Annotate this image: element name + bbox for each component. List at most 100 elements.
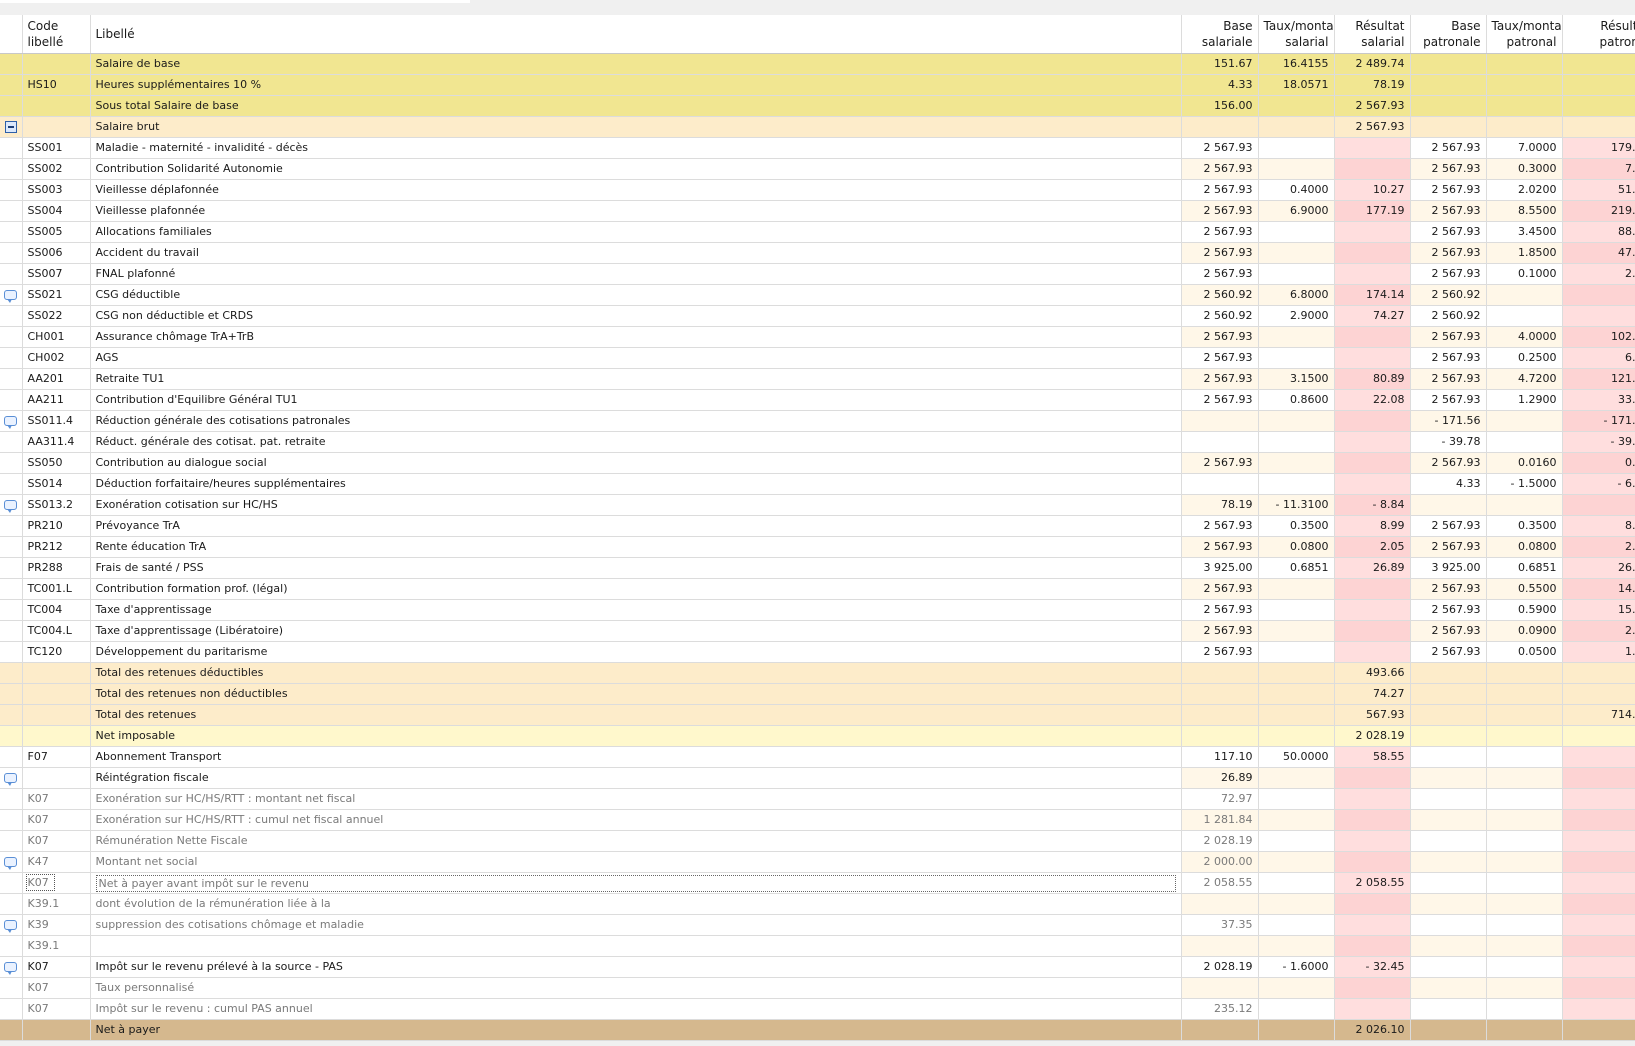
taux-patronal-cell[interactable]	[1486, 914, 1563, 936]
resultat-patronal-cell[interactable]	[1562, 767, 1635, 789]
resultat-salarial-cell[interactable]	[1334, 893, 1411, 915]
comment-icon[interactable]	[4, 415, 18, 429]
base-salariale-cell[interactable]: 235.12	[1181, 998, 1259, 1020]
base-salariale-cell[interactable]: 2 567.93	[1181, 242, 1259, 264]
code-cell[interactable]	[22, 704, 91, 726]
code-cell[interactable]	[22, 725, 91, 747]
taux-patronal-cell[interactable]	[1486, 1019, 1563, 1041]
taux-salarial-cell[interactable]	[1258, 830, 1335, 852]
libelle-cell[interactable]: Déduction forfaitaire/heures supplémenta…	[90, 473, 1182, 495]
taux-patronal-cell[interactable]	[1486, 95, 1563, 117]
taux-salarial-cell[interactable]: - 1.6000	[1258, 956, 1335, 978]
base-salariale-cell[interactable]	[1181, 977, 1259, 999]
table-row[interactable]: SS006 Accident du travail 2 567.93 2 567.93…	[0, 242, 1635, 264]
taux-patronal-cell[interactable]: 0.0900	[1486, 620, 1563, 642]
table-row[interactable]: PR288 Frais de santé / PSS 3 925.00 0.6851 2…	[0, 557, 1635, 579]
resultat-patronal-cell[interactable]	[1562, 830, 1635, 852]
resultat-salarial-cell[interactable]	[1334, 830, 1411, 852]
resultat-salarial-cell[interactable]: 177.19	[1334, 200, 1411, 222]
base-patronale-cell[interactable]: 2 567.93	[1410, 578, 1487, 600]
resultat-salarial-cell[interactable]: 26.89	[1334, 557, 1411, 579]
resultat-salarial-cell[interactable]: - 32.45	[1334, 956, 1411, 978]
resultat-patronal-cell[interactable]: - 171.56	[1562, 410, 1635, 432]
taux-salarial-cell[interactable]	[1258, 851, 1335, 873]
base-patronale-cell[interactable]	[1410, 116, 1487, 138]
base-salariale-cell[interactable]: 2 567.93	[1181, 389, 1259, 411]
libelle-cell[interactable]: FNAL plafonné	[90, 263, 1182, 285]
libelle-cell[interactable]: Impôt sur le revenu : cumul PAS annuel	[90, 998, 1182, 1020]
taux-salarial-cell[interactable]	[1258, 452, 1335, 474]
base-patronale-cell[interactable]	[1410, 830, 1487, 852]
resultat-patronal-cell[interactable]	[1562, 305, 1635, 327]
table-row[interactable]: K07 Exonération sur HC/HS/RTT : cumul net…	[0, 809, 1635, 831]
resultat-patronal-cell[interactable]	[1562, 998, 1635, 1020]
code-cell[interactable]: K07	[22, 956, 91, 978]
header-code[interactable]: Code libellé	[22, 15, 91, 54]
libelle-cell[interactable]: Maladie - maternité - invalidité - décès	[90, 137, 1182, 159]
base-patronale-cell[interactable]	[1410, 809, 1487, 831]
taux-salarial-cell[interactable]	[1258, 977, 1335, 999]
libelle-cell[interactable]: Net imposable	[90, 725, 1182, 747]
base-patronale-cell[interactable]: 3 925.00	[1410, 557, 1487, 579]
table-row[interactable]: K39.1 dont évolution de la rémunération l…	[0, 893, 1635, 915]
taux-salarial-cell[interactable]	[1258, 95, 1335, 117]
table-row[interactable]: K39 suppression des cotisations chômage e…	[0, 914, 1635, 936]
base-salariale-cell[interactable]: 2 567.93	[1181, 620, 1259, 642]
code-cell[interactable]	[22, 53, 91, 75]
table-row[interactable]: AA211 Contribution d'Equilibre Général TU…	[0, 389, 1635, 411]
taux-patronal-cell[interactable]: 4.0000	[1486, 326, 1563, 348]
code-cell[interactable]: SS021	[22, 284, 91, 306]
taux-salarial-cell[interactable]: 16.4155	[1258, 53, 1335, 75]
table-row[interactable]: SS021 CSG déductible 2 560.92 6.8000 174.14 2…	[0, 284, 1635, 306]
table-row[interactable]: K07 Exonération sur HC/HS/RTT : montant n…	[0, 788, 1635, 810]
code-cell[interactable]: K07	[22, 830, 91, 852]
libelle-cell[interactable]: Rémunération Nette Fiscale	[90, 830, 1182, 852]
taux-salarial-cell[interactable]	[1258, 725, 1335, 747]
table-row[interactable]: SS013.2 Exonération cotisation sur HC/HS 7…	[0, 494, 1635, 516]
base-patronale-cell[interactable]: 2 567.93	[1410, 536, 1487, 558]
base-patronale-cell[interactable]	[1410, 53, 1487, 75]
libelle-cell[interactable]: Frais de santé / PSS	[90, 557, 1182, 579]
code-cell[interactable]	[22, 662, 91, 684]
code-cell[interactable]: K39.1	[22, 893, 91, 915]
resultat-patronal-cell[interactable]: 26.89	[1562, 557, 1635, 579]
resultat-patronal-cell[interactable]	[1562, 95, 1635, 117]
base-patronale-cell[interactable]: 2 567.93	[1410, 515, 1487, 537]
resultat-patronal-cell[interactable]: 14.12	[1562, 578, 1635, 600]
resultat-patronal-cell[interactable]: 179.76	[1562, 137, 1635, 159]
code-cell[interactable]: K07	[22, 977, 91, 999]
resultat-salarial-cell[interactable]: 58.55	[1334, 746, 1411, 768]
base-salariale-cell[interactable]	[1181, 410, 1259, 432]
taux-patronal-cell[interactable]	[1486, 767, 1563, 789]
libelle-cell[interactable]: Total des retenues	[90, 704, 1182, 726]
resultat-patronal-cell[interactable]	[1562, 284, 1635, 306]
libelle-cell[interactable]: Contribution d'Equilibre Général TU1	[90, 389, 1182, 411]
taux-patronal-cell[interactable]: 1.2900	[1486, 389, 1563, 411]
resultat-salarial-cell[interactable]	[1334, 914, 1411, 936]
resultat-salarial-cell[interactable]	[1334, 326, 1411, 348]
collapse-minus-icon[interactable]	[4, 120, 17, 133]
base-patronale-cell[interactable]: 2 567.93	[1410, 242, 1487, 264]
taux-salarial-cell[interactable]	[1258, 410, 1335, 432]
libelle-cell[interactable]: Contribution formation prof. (légal)	[90, 578, 1182, 600]
resultat-salarial-cell[interactable]	[1334, 263, 1411, 285]
resultat-patronal-cell[interactable]	[1562, 116, 1635, 138]
code-cell[interactable]: SS013.2	[22, 494, 91, 516]
libelle-cell[interactable]: Taxe d'apprentissage (Libératoire)	[90, 620, 1182, 642]
resultat-patronal-cell[interactable]: 88.59	[1562, 221, 1635, 243]
code-cell[interactable]: K07	[22, 998, 91, 1020]
code-cell[interactable]: SS007	[22, 263, 91, 285]
resultat-salarial-cell[interactable]	[1334, 242, 1411, 264]
table-row[interactable]: TC120 Développement du paritarisme 2 567.9…	[0, 641, 1635, 663]
code-cell[interactable]	[22, 683, 91, 705]
taux-patronal-cell[interactable]: 1.8500	[1486, 242, 1563, 264]
taux-salarial-cell[interactable]	[1258, 473, 1335, 495]
taux-salarial-cell[interactable]: 0.8600	[1258, 389, 1335, 411]
base-patronale-cell[interactable]	[1410, 871, 1487, 894]
base-salariale-cell[interactable]: 4.33	[1181, 74, 1259, 96]
table-row[interactable]: Total des retenues non déductibles 74.27	[0, 683, 1635, 705]
taux-salarial-cell[interactable]: 50.0000	[1258, 746, 1335, 768]
base-patronale-cell[interactable]	[1410, 935, 1487, 957]
base-salariale-cell[interactable]: 2 567.93	[1181, 221, 1259, 243]
libelle-cell[interactable]: Allocations familiales	[90, 221, 1182, 243]
